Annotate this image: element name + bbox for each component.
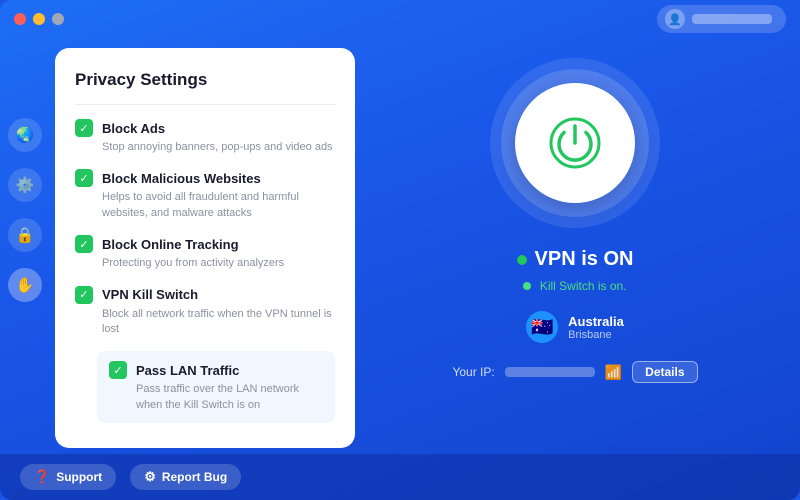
setting-name-block-tracking: Block Online Tracking [102,237,239,252]
checkbox-lan-traffic[interactable]: ✓ [109,361,127,379]
vpn-status: VPN is ON [517,248,634,271]
setting-lan-traffic: ✓ Pass LAN Traffic Pass traffic over the… [97,351,335,423]
country-name: Australia [568,314,624,329]
setting-block-ads: ✓ Block Ads Stop annoying banners, pop-u… [75,119,335,155]
vpn-panel: VPN is ON Kill Switch is on. 🇦🇺 Australi… [380,48,770,468]
minimize-button[interactable] [33,13,45,25]
setting-desc-lan-traffic: Pass traffic over the LAN network when t… [109,382,323,413]
sidebar-item-globe[interactable]: 🌏 [8,118,42,152]
kill-switch-text: Kill Switch is on. [540,279,627,293]
checkbox-kill-switch[interactable]: ✓ [75,286,93,304]
setting-header: ✓ Block Malicious Websites [75,169,335,187]
kill-switch-status: Kill Switch is on. [523,279,626,293]
ip-row: Your IP: 📶 Details [452,361,697,383]
flag-circle: 🇦🇺 [526,311,558,343]
setting-header: ✓ Block Ads [75,119,335,137]
setting-header: ✓ VPN Kill Switch [75,286,335,304]
settings-title: Privacy Settings [75,70,335,90]
sidebar-item-privacy[interactable]: ✋ [8,268,42,302]
support-label: Support [56,470,102,484]
report-bug-label: Report Bug [162,470,227,484]
setting-header: ✓ Block Online Tracking [75,235,335,253]
checkbox-block-tracking[interactable]: ✓ [75,235,93,253]
vpn-status-text: VPN is ON [535,248,634,271]
setting-name-block-ads: Block Ads [102,121,165,136]
setting-desc-block-malicious: Helps to avoid all fraudulent and harmfu… [75,190,335,221]
power-ring-mid [501,69,649,217]
setting-block-tracking: ✓ Block Online Tracking Protecting you f… [75,235,335,271]
power-button[interactable] [515,83,635,203]
app-window: 👤 🌏 ⚙️ 🔒 ✋ Privacy Settings ✓ Block Ads … [0,0,800,500]
checkbox-block-ads[interactable]: ✓ [75,119,93,137]
settings-panel: Privacy Settings ✓ Block Ads Stop annoyi… [55,48,355,448]
status-dot [517,255,527,265]
details-button[interactable]: Details [632,361,697,383]
location-text: Australia Brisbane [568,314,624,341]
location-row: 🇦🇺 Australia Brisbane [526,311,624,343]
flag-emoji: 🇦🇺 [531,317,553,338]
kill-switch-dot [523,282,531,290]
setting-name-kill-switch: VPN Kill Switch [102,287,198,302]
titlebar: 👤 [0,0,800,38]
maximize-button[interactable] [52,13,64,25]
city-name: Brisbane [568,329,624,341]
power-ring-outer [490,58,660,228]
setting-block-malicious: ✓ Block Malicious Websites Helps to avoi… [75,169,335,221]
user-avatar-icon: 👤 [665,9,685,29]
user-badge[interactable]: 👤 [657,5,786,33]
setting-desc-block-tracking: Protecting you from activity analyzers [75,256,335,271]
bug-icon: ⚙ [144,469,156,485]
sidebar: 🌏 ⚙️ 🔒 ✋ [0,38,50,500]
support-icon: ❓ [34,469,50,485]
checkbox-block-malicious[interactable]: ✓ [75,169,93,187]
setting-name-block-malicious: Block Malicious Websites [102,171,261,186]
user-name [692,14,772,24]
support-button[interactable]: ❓ Support [20,464,116,490]
sidebar-item-lock[interactable]: 🔒 [8,218,42,252]
power-icon [548,116,602,170]
ip-value [505,367,595,377]
setting-name-lan-traffic: Pass LAN Traffic [136,363,239,378]
divider [75,104,335,105]
sidebar-item-settings[interactable]: ⚙️ [8,168,42,202]
setting-desc-kill-switch: Block all network traffic when the VPN t… [75,307,335,338]
setting-kill-switch: ✓ VPN Kill Switch Block all network traf… [75,286,335,338]
setting-desc-block-ads: Stop annoying banners, pop-ups and video… [75,140,335,155]
ip-label: Your IP: [452,365,494,379]
signal-icon: 📶 [605,364,622,381]
traffic-lights [14,13,64,25]
close-button[interactable] [14,13,26,25]
setting-header: ✓ Pass LAN Traffic [109,361,323,379]
bottom-bar: ❓ Support ⚙ Report Bug [0,454,800,500]
report-bug-button[interactable]: ⚙ Report Bug [130,464,241,490]
